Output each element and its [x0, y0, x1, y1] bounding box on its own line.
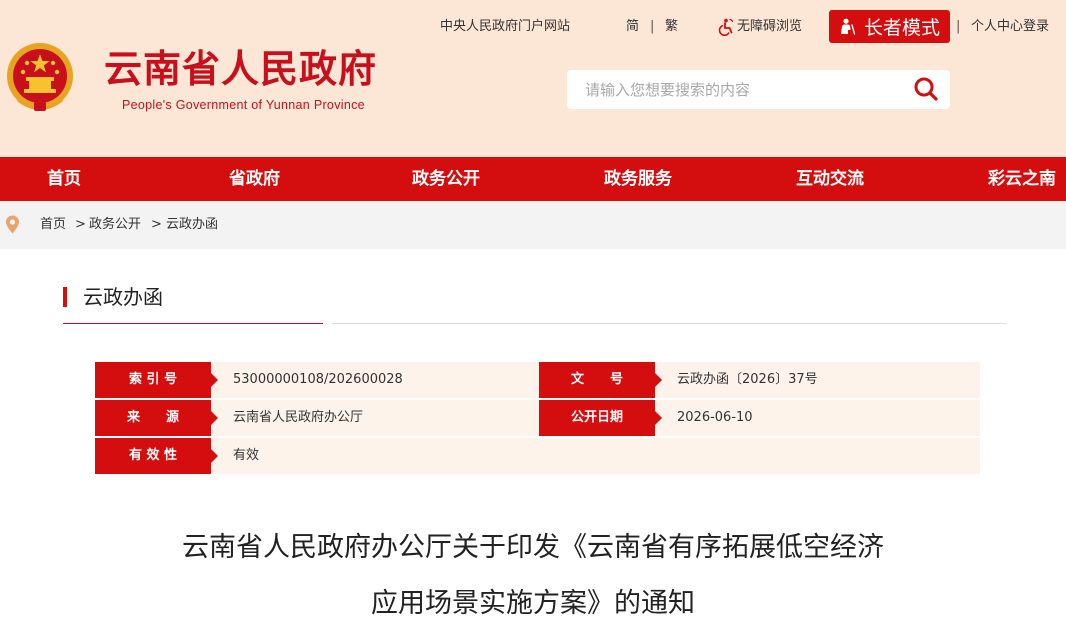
language-separator: | — [650, 19, 655, 34]
info-row: 索 引 号 53000000108/202600028 文 号 云政办函〔202… — [95, 362, 980, 398]
breadcrumb-gov-affairs-open[interactable]: 政务公开 — [89, 201, 141, 249]
validity-value: 有效 — [233, 448, 260, 463]
breadcrumb: 首页 > 政务公开 > 云政办函 — [0, 201, 1066, 249]
source-value: 云南省人民政府办公厅 — [233, 410, 364, 425]
info-row: 来 源 云南省人民政府办公厅 公开日期 2026-06-10 — [95, 400, 980, 436]
article-title-line-1: 云南省人民政府办公厅关于印发《云南省有序拓展低空经济 — [182, 532, 884, 563]
breadcrumb-separator: > — [75, 217, 86, 232]
nav-item-home[interactable]: 首页 — [47, 157, 81, 201]
section-divider — [332, 323, 1006, 324]
elder-mode-label: 长者模式 — [863, 17, 940, 39]
site-subtitle: People's Government of Yunnan Province — [122, 98, 365, 112]
document-number-label: 文 号 — [539, 362, 662, 398]
document-number-value: 云政办函〔2026〕37号 — [677, 372, 818, 387]
publish-date-label: 公开日期 — [539, 400, 662, 436]
breadcrumb-separator: > — [151, 217, 162, 232]
info-row: 有 效 性 有效 — [95, 438, 980, 474]
nav-item-gov-services[interactable]: 政务服务 — [604, 157, 672, 201]
location-pin-icon — [6, 215, 19, 234]
publish-date-value: 2026-06-10 — [677, 410, 753, 425]
accessibility-link[interactable]: 无障碍浏览 — [717, 17, 802, 37]
accessibility-label: 无障碍浏览 — [737, 19, 803, 34]
search-box — [567, 70, 950, 109]
section-marker — [63, 287, 67, 307]
breadcrumb-home[interactable]: 首页 — [40, 201, 66, 249]
section-divider-accent — [63, 323, 323, 324]
user-center-login-link[interactable]: 个人中心登录 — [971, 17, 1049, 37]
index-number-label: 索 引 号 — [95, 362, 218, 398]
site-title[interactable]: 云南省人民政府 — [104, 50, 377, 88]
search-icon[interactable] — [913, 76, 939, 102]
elder-mode-button[interactable]: 长者模式 — [829, 10, 950, 43]
index-number-value: 53000000108/202600028 — [233, 372, 403, 387]
user-separator: | — [956, 19, 961, 34]
nav-item-provincial-gov[interactable]: 省政府 — [229, 157, 280, 201]
search-input[interactable] — [585, 70, 905, 109]
wheelchair-icon — [718, 18, 734, 36]
elder-person-icon — [840, 18, 856, 35]
nav-item-colorful-yunnan[interactable]: 彩云之南 — [988, 157, 1056, 201]
gov-portal-link[interactable]: 中央人民政府门户网站 — [440, 17, 570, 37]
national-emblem-icon — [7, 43, 73, 111]
main-nav: 首页 省政府 政务公开 政务服务 互动交流 彩云之南 — [0, 157, 1066, 201]
article-title-line-2: 应用场景实施方案》的通知 — [371, 588, 695, 618]
section-title: 云政办函 — [83, 285, 163, 309]
breadcrumb-current[interactable]: 云政办函 — [166, 201, 218, 249]
nav-item-gov-affairs-open[interactable]: 政务公开 — [412, 157, 480, 201]
source-label: 来 源 — [95, 400, 218, 436]
nav-item-interaction[interactable]: 互动交流 — [796, 157, 864, 201]
traditional-chinese-link[interactable]: 繁 — [665, 17, 678, 37]
simplified-chinese-link[interactable]: 简 — [626, 17, 639, 37]
site-header: 云南省人民政府 People's Government of Yunnan Pr… — [0, 0, 1066, 157]
validity-label: 有 效 性 — [95, 438, 218, 474]
